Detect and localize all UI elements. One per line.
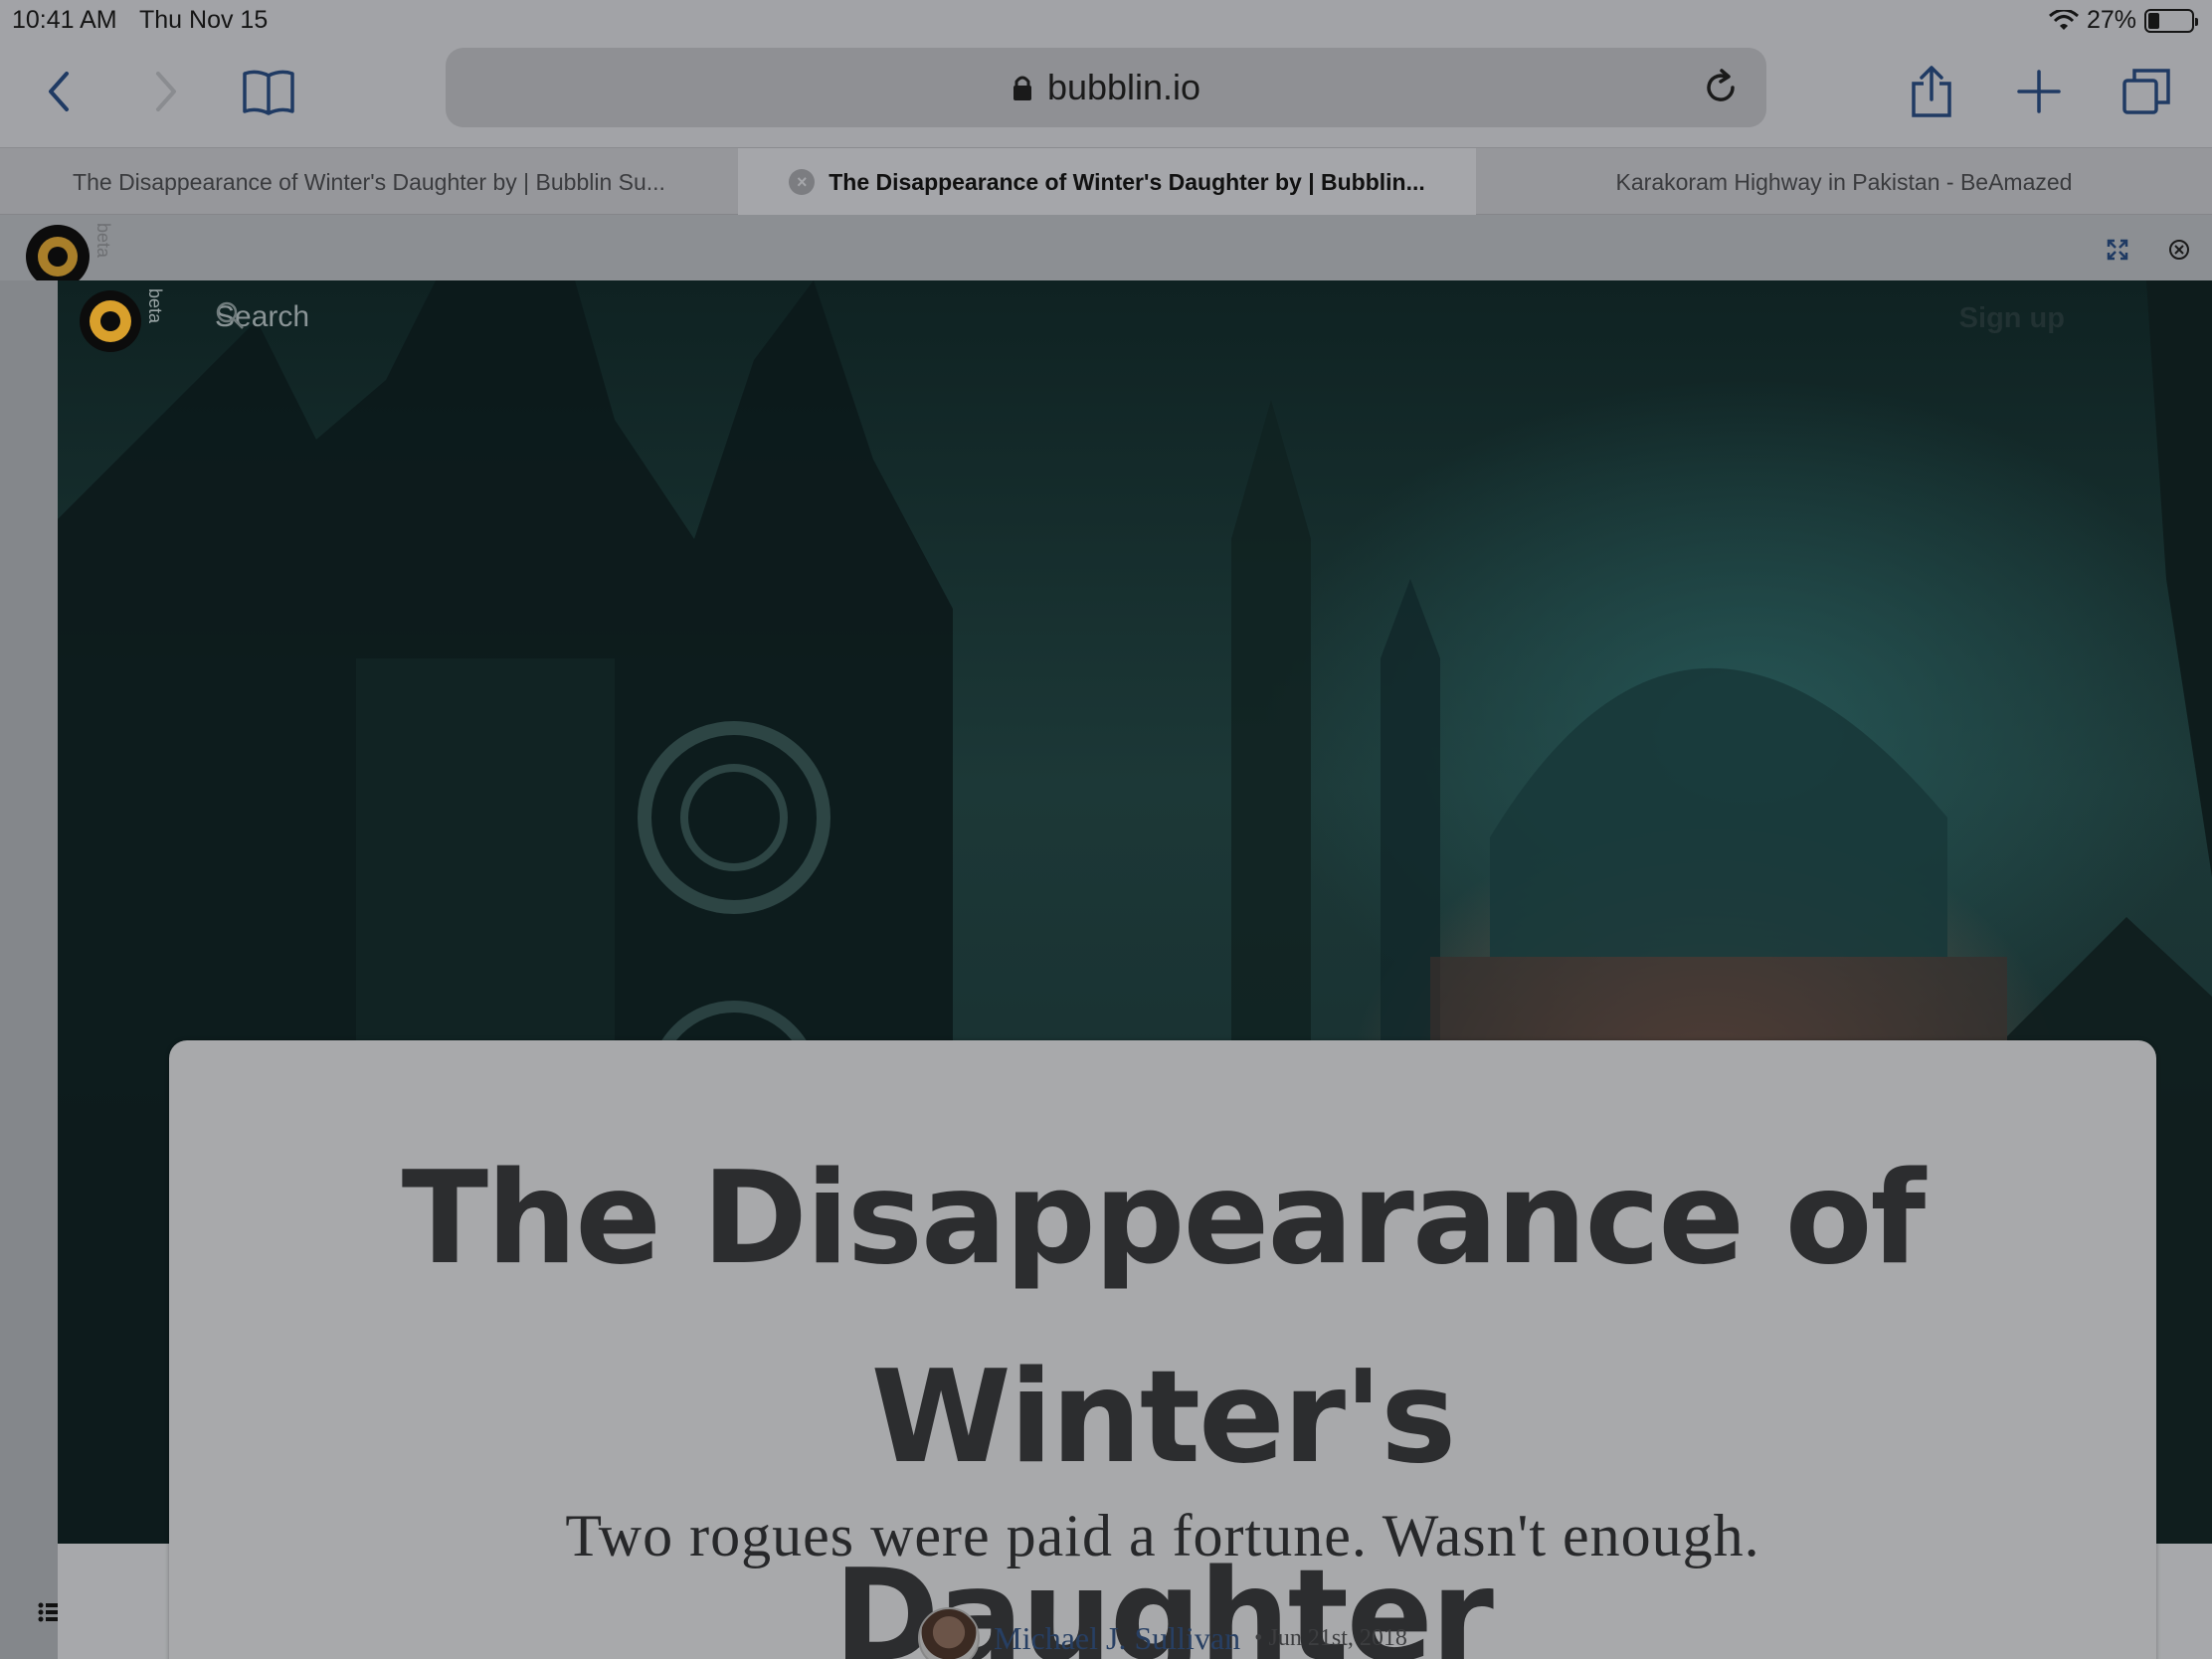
battery-icon xyxy=(2144,8,2198,33)
wifi-icon xyxy=(2048,9,2079,30)
battery-percent: 27% xyxy=(2086,6,2136,34)
web-page: beta beta Search Sign up The Disappearan… xyxy=(0,215,2212,1659)
new-tab-button[interactable] xyxy=(2009,62,2069,121)
status-indicators: 27% xyxy=(2048,6,2198,35)
article-title: The Disappearance of Winter's Daughter xyxy=(169,1120,2156,1659)
expand-icon[interactable] xyxy=(2107,239,2128,261)
article-card: The Disappearance of Winter's Daughter T… xyxy=(169,1040,2156,1659)
browser-toolbar: bubblin.io xyxy=(0,40,2212,147)
status-bar: 10:41 AM Thu Nov 15 27% xyxy=(0,0,2212,40)
status-date: Thu Nov 15 xyxy=(139,6,269,34)
author-link[interactable]: Michael J. Sullivan xyxy=(994,1620,1240,1657)
bubblin-logo-icon[interactable] xyxy=(26,225,90,288)
address-bar[interactable]: bubblin.io xyxy=(446,48,1766,127)
signup-link[interactable]: Sign up xyxy=(1959,302,2065,335)
battery-level xyxy=(2148,12,2159,29)
tab-bubblin-active[interactable]: × The Disappearance of Winter's Daughter… xyxy=(738,148,1476,216)
title-line-1: The Disappearance of Winter's xyxy=(401,1145,1926,1492)
reload-icon[interactable] xyxy=(1701,68,1741,107)
share-icon xyxy=(1912,66,1951,117)
chevron-left-icon xyxy=(49,72,69,111)
reader-tools xyxy=(2107,239,2190,261)
bookmarks-button[interactable] xyxy=(239,62,298,121)
list-icon[interactable] xyxy=(38,1601,60,1623)
lock-icon xyxy=(1013,76,1031,100)
publish-date: • Jun 21st, 2018 xyxy=(1254,1624,1407,1651)
bubblin-outer-bar: beta xyxy=(0,215,2212,288)
url-text: bubblin.io xyxy=(1046,67,1201,107)
tab-title: The Disappearance of Winter's Daughter b… xyxy=(829,168,1425,195)
site-search[interactable]: Search xyxy=(215,300,309,334)
site-logo-icon[interactable] xyxy=(80,290,141,352)
share-button[interactable] xyxy=(1902,62,1961,121)
status-time: 10:41 AM xyxy=(12,6,117,34)
article-subtitle: Two rogues were paid a fortune. Wasn't e… xyxy=(565,1503,1760,1568)
tabs-icon xyxy=(2122,69,2170,114)
chevron-right-icon xyxy=(156,72,176,111)
tab-strip: The Disappearance of Winter's Daughter b… xyxy=(0,147,2212,216)
tab-karakoram[interactable]: Karakoram Highway in Pakistan - BeAmazed xyxy=(1476,148,2212,216)
plus-icon xyxy=(2017,70,2061,113)
close-tab-icon[interactable]: × xyxy=(789,169,816,195)
search-icon xyxy=(216,301,244,329)
forward-button[interactable] xyxy=(135,62,195,121)
beta-label: beta xyxy=(93,223,113,259)
back-button[interactable] xyxy=(30,62,90,121)
author-avatar[interactable] xyxy=(918,1607,981,1659)
close-circle-icon[interactable] xyxy=(2168,239,2190,261)
tabs-overview-button[interactable] xyxy=(2117,62,2176,121)
site-beta-label: beta xyxy=(145,288,165,324)
byline: Michael J. Sullivan • Jun 21st, 2018 xyxy=(169,1607,2156,1659)
left-strip xyxy=(0,280,58,1659)
tab-bubblin-summary[interactable]: The Disappearance of Winter's Daughter b… xyxy=(0,148,738,216)
tab-title: The Disappearance of Winter's Daughter b… xyxy=(73,168,665,195)
tab-title: Karakoram Highway in Pakistan - BeAmazed xyxy=(1615,168,2073,195)
book-icon xyxy=(243,70,294,115)
